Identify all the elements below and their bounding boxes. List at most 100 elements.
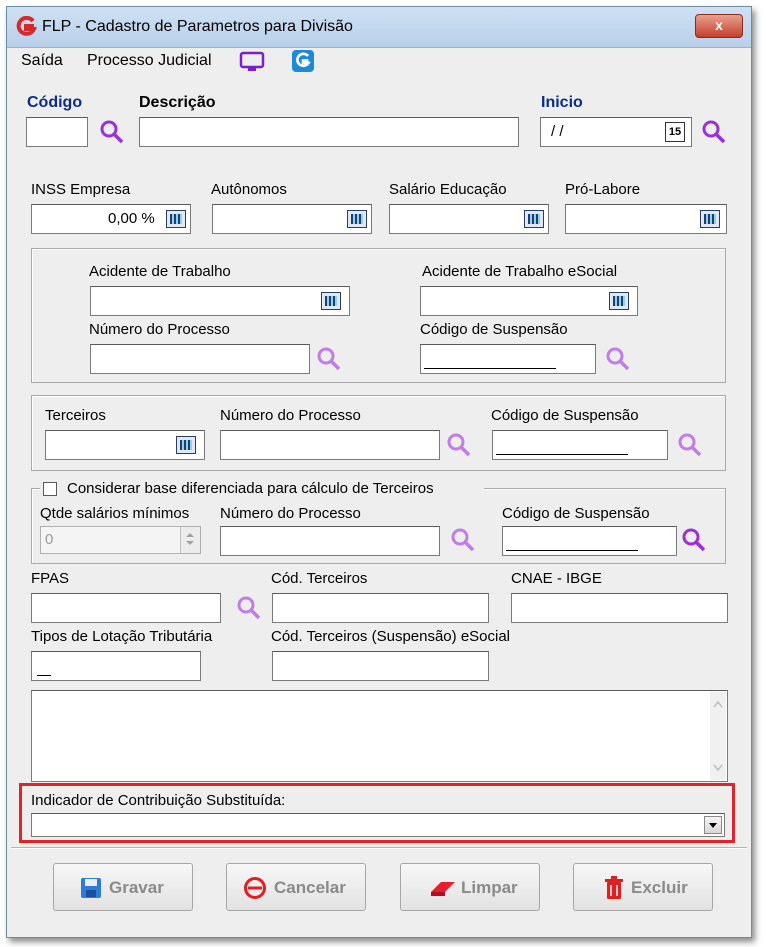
inicio-label: Inicio xyxy=(541,94,583,111)
gravar-button[interactable]: Gravar xyxy=(53,863,193,911)
autonomos-label: Autônomos xyxy=(211,181,287,198)
menu-item-saida[interactable]: Saída xyxy=(21,52,63,70)
inss-empresa-label: INSS Empresa xyxy=(31,181,131,198)
save-icon xyxy=(81,878,101,898)
main-window: FLP - Cadastro de Parametros para Divisã… xyxy=(6,6,752,938)
calculator-icon[interactable] xyxy=(321,292,341,310)
fpas-label: FPAS xyxy=(31,570,70,587)
menu-item-processo-judicial[interactable]: Processo Judicial xyxy=(87,52,212,70)
memo-textarea[interactable] xyxy=(31,690,728,782)
excluir-label: Excluir xyxy=(631,878,688,897)
acidente-trabalho-esocial-label: Acidente de Trabalho eSocial xyxy=(422,263,618,280)
group-caption: Considerar base diferenciada para cálcul… xyxy=(40,480,484,498)
base-diferenciada-checkbox[interactable] xyxy=(43,482,57,496)
search-icon[interactable] xyxy=(701,119,727,145)
qtde-salarios-value: 0 xyxy=(45,531,54,548)
base-numero-processo-input[interactable] xyxy=(220,526,440,556)
search-icon[interactable] xyxy=(316,346,342,372)
cancelar-button[interactable]: Cancelar xyxy=(226,863,366,911)
codigo-input[interactable] xyxy=(26,117,88,147)
calculator-icon[interactable] xyxy=(176,436,196,454)
base-codigo-suspensao-input[interactable] xyxy=(502,526,677,556)
autonomos-input[interactable] xyxy=(212,204,372,234)
input-mask xyxy=(424,368,556,369)
base-diferenciada-label: Considerar base diferenciada para cálcul… xyxy=(67,480,434,497)
input-mask xyxy=(37,675,51,676)
close-button[interactable]: x xyxy=(695,14,743,38)
calculator-icon[interactable] xyxy=(166,210,186,228)
calculator-icon[interactable] xyxy=(700,210,720,228)
salario-educacao-label: Salário Educação xyxy=(389,181,507,198)
inss-empresa-input[interactable]: 0,00 % xyxy=(31,204,191,234)
cod-terceiros-suspensao-label: Cód. Terceiros (Suspensão) eSocial xyxy=(271,628,511,645)
descricao-label: Descrição xyxy=(139,94,216,111)
window-title: FLP - Cadastro de Parametros para Divisã… xyxy=(42,18,353,35)
eraser-icon xyxy=(431,882,455,896)
g-logo-icon[interactable] xyxy=(291,49,315,73)
cnae-label: CNAE - IBGE xyxy=(511,570,602,587)
gravar-label: Gravar xyxy=(109,878,164,897)
terceiros-codigo-suspensao-input[interactable] xyxy=(492,430,668,460)
excluir-button[interactable]: Excluir xyxy=(573,863,713,911)
app-logo-icon xyxy=(16,16,37,36)
input-mask xyxy=(506,550,638,551)
terceiros-numero-processo-input[interactable] xyxy=(220,430,440,460)
terceiros-label: Terceiros xyxy=(45,407,106,424)
qtde-salarios-label: Qtde salários mínimos xyxy=(40,505,190,522)
search-icon[interactable] xyxy=(446,432,472,458)
qtde-salarios-spinner[interactable] xyxy=(180,527,200,553)
spinner-arrows-icon xyxy=(186,533,194,545)
cod-terceiros-suspensao-input[interactable] xyxy=(272,651,489,681)
acidente-numero-processo-input[interactable] xyxy=(90,344,310,374)
pro-labore-input[interactable] xyxy=(565,204,727,234)
terceiros-numero-processo-label: Número do Processo xyxy=(220,407,361,424)
highlight-box xyxy=(19,783,735,843)
limpar-label: Limpar xyxy=(461,878,518,897)
base-numero-processo-label: Número do Processo xyxy=(220,505,361,522)
input-mask xyxy=(496,454,628,455)
terceiros-codigo-suspensao-label: Código de Suspensão xyxy=(491,407,639,424)
search-icon[interactable] xyxy=(681,527,707,553)
acidente-trabalho-label: Acidente de Trabalho xyxy=(89,263,231,280)
calculator-icon[interactable] xyxy=(609,292,629,310)
search-icon[interactable] xyxy=(605,346,631,372)
calculator-icon[interactable] xyxy=(347,210,367,228)
qtde-salarios-input[interactable]: 0 xyxy=(40,526,201,554)
acidente-codigo-suspensao-input[interactable] xyxy=(420,344,596,374)
title-bar: FLP - Cadastro de Parametros para Divisã… xyxy=(7,7,751,48)
calendar-icon[interactable]: 15 xyxy=(665,122,685,142)
search-icon[interactable] xyxy=(99,119,125,145)
search-icon[interactable] xyxy=(236,595,262,621)
acidente-trabalho-esocial-input[interactable] xyxy=(420,286,638,316)
terceiros-input[interactable] xyxy=(45,430,205,460)
search-icon[interactable] xyxy=(677,432,703,458)
inicio-date-input[interactable]: / / 15 xyxy=(540,117,692,147)
memo-scrollbar[interactable] xyxy=(710,692,726,780)
trash-icon xyxy=(605,876,623,899)
base-codigo-suspensao-label: Código de Suspensão xyxy=(502,505,650,522)
descricao-input[interactable] xyxy=(139,117,519,147)
cod-terceiros-input[interactable] xyxy=(272,593,489,623)
limpar-button[interactable]: Limpar xyxy=(400,863,540,911)
acidente-codigo-suspensao-label: Código de Suspensão xyxy=(420,321,568,338)
inss-empresa-value: 0,00 % xyxy=(108,210,155,227)
acidente-numero-processo-label: Número do Processo xyxy=(89,321,230,338)
cancel-icon xyxy=(244,877,266,899)
inicio-date-value: / / xyxy=(551,123,564,140)
fpas-input[interactable] xyxy=(31,593,221,623)
cod-terceiros-label: Cód. Terceiros xyxy=(271,570,368,587)
acidente-trabalho-input[interactable] xyxy=(90,286,350,316)
search-icon[interactable] xyxy=(450,527,476,553)
salario-educacao-input[interactable] xyxy=(389,204,549,234)
scroll-down-icon[interactable] xyxy=(713,764,723,772)
divider xyxy=(11,847,747,849)
cnae-input[interactable] xyxy=(511,593,728,623)
pro-labore-label: Pró-Labore xyxy=(565,181,641,198)
tipos-lotacao-input[interactable] xyxy=(31,651,201,681)
monitor-icon[interactable] xyxy=(239,51,265,73)
calculator-icon[interactable] xyxy=(524,210,544,228)
tipos-lotacao-label: Tipos de Lotação Tributária xyxy=(31,628,213,645)
cancelar-label: Cancelar xyxy=(274,878,346,897)
codigo-label: Código xyxy=(27,94,83,111)
scroll-up-icon[interactable] xyxy=(713,700,723,708)
